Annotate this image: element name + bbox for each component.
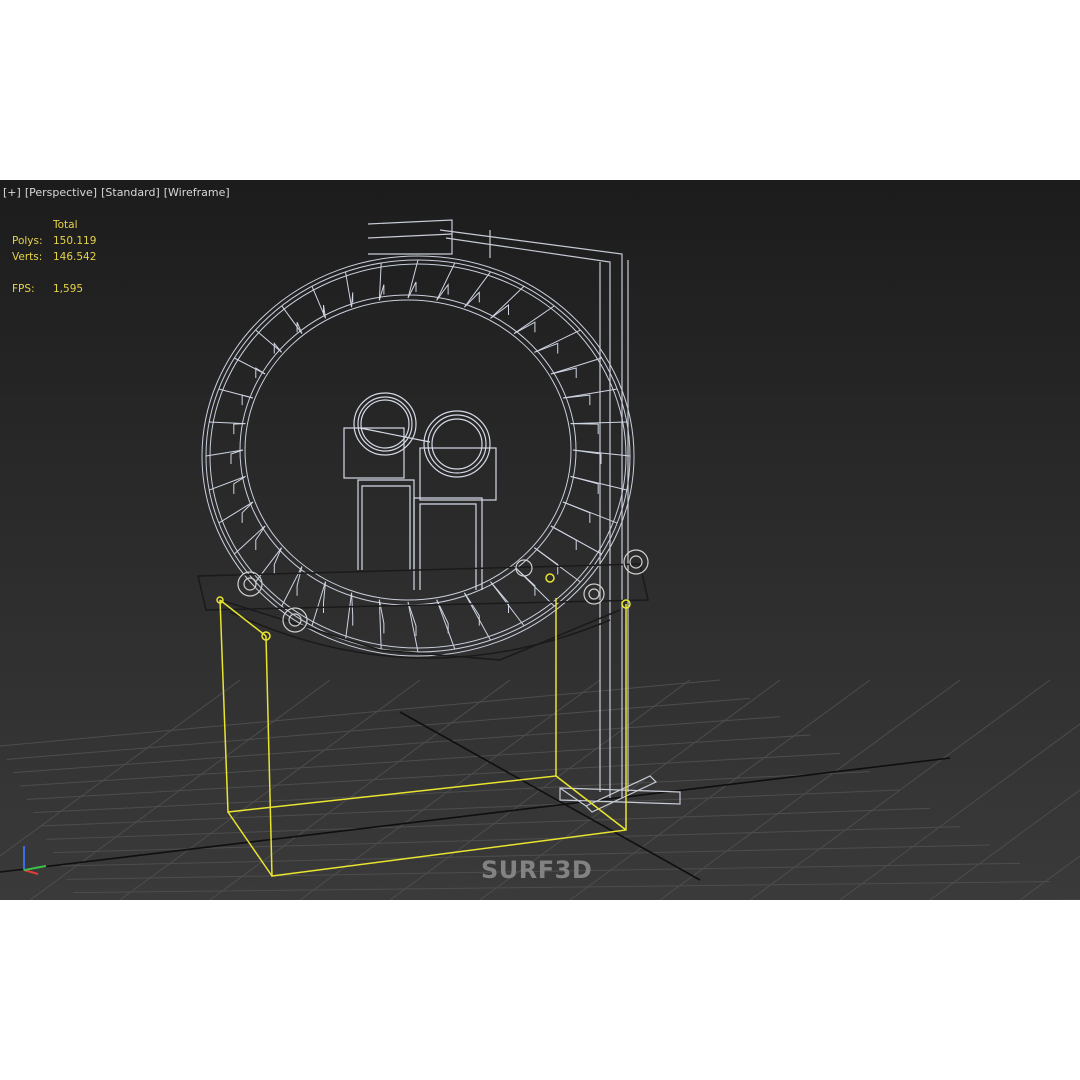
wheel-rung xyxy=(344,592,353,641)
polys-label: Polys: xyxy=(12,235,43,247)
wheel-rung-step xyxy=(534,547,559,575)
wheel-rung xyxy=(281,566,303,607)
wheel-rung-step xyxy=(351,592,354,626)
wheel-rung-step xyxy=(233,423,246,435)
wheel-rung xyxy=(218,501,254,524)
viewport-menu-standard[interactable]: [Standard] xyxy=(101,185,160,201)
support-stand xyxy=(367,219,681,813)
viewport-menu-wireframe[interactable]: [Wireframe] xyxy=(164,185,230,201)
wheel-rung xyxy=(407,259,419,299)
wheel-rung xyxy=(255,329,282,353)
viewport-menu-plus[interactable]: [+] xyxy=(3,185,21,201)
verts-value: 146.542 xyxy=(53,251,97,263)
grid-line xyxy=(19,734,811,787)
wheel-rung xyxy=(205,449,244,457)
stats-overlay: Total Polys: 150.119 Verts: 146.542 FPS: 1,… xyxy=(12,217,96,297)
grid-line xyxy=(6,697,751,760)
wheel-rung xyxy=(490,285,525,319)
wheel-rung-step xyxy=(490,581,509,613)
wheel-rung-step xyxy=(562,501,591,523)
wheel-rung-step xyxy=(490,304,509,319)
wheel-rung-step xyxy=(351,292,354,308)
wheel-rung-step xyxy=(570,475,599,494)
fps-label: FPS: xyxy=(12,283,35,295)
wheel-rung-step xyxy=(464,291,480,308)
axis-gizmo-icon xyxy=(23,846,47,875)
verts-label: Verts: xyxy=(12,251,43,263)
hamster-wheel xyxy=(201,255,635,657)
wheel-rung xyxy=(234,525,266,555)
grid-line xyxy=(26,752,841,800)
grid-line xyxy=(749,679,1051,900)
watermark-logo: SURF3D xyxy=(481,856,593,884)
grid-line xyxy=(29,679,331,900)
grid-line xyxy=(839,723,1080,900)
wheel-rung xyxy=(464,271,491,308)
wheel-rung xyxy=(436,262,456,301)
polys-value: 150.119 xyxy=(53,235,97,247)
grid-line xyxy=(39,789,901,827)
wheel-rung xyxy=(209,475,246,491)
viewport-menu-perspective[interactable]: [Perspective] xyxy=(25,185,97,201)
wheel-rung-step xyxy=(550,525,577,550)
wheel-rung-step xyxy=(513,321,536,335)
fps-value: 1,595 xyxy=(53,283,84,295)
wheel-rung xyxy=(436,599,456,650)
grid-line xyxy=(0,679,721,747)
viewport-perspective[interactable]: [+] [Perspective] [Standard] [Wireframe]… xyxy=(0,180,1080,900)
wheel-hub xyxy=(343,392,497,590)
wheel-rung xyxy=(463,592,491,641)
grid-axes xyxy=(0,711,951,881)
wheel-rung xyxy=(281,305,303,334)
grid-line xyxy=(1019,855,1080,900)
wheel-rung xyxy=(513,305,555,334)
wheel-rung xyxy=(344,271,353,308)
wheel-rung-step xyxy=(407,601,417,636)
scene-wireframe xyxy=(0,219,1080,900)
stats-header: Total xyxy=(53,219,78,231)
viewport-label[interactable]: [+] [Perspective] [Standard] [Wireframe] xyxy=(3,185,230,201)
